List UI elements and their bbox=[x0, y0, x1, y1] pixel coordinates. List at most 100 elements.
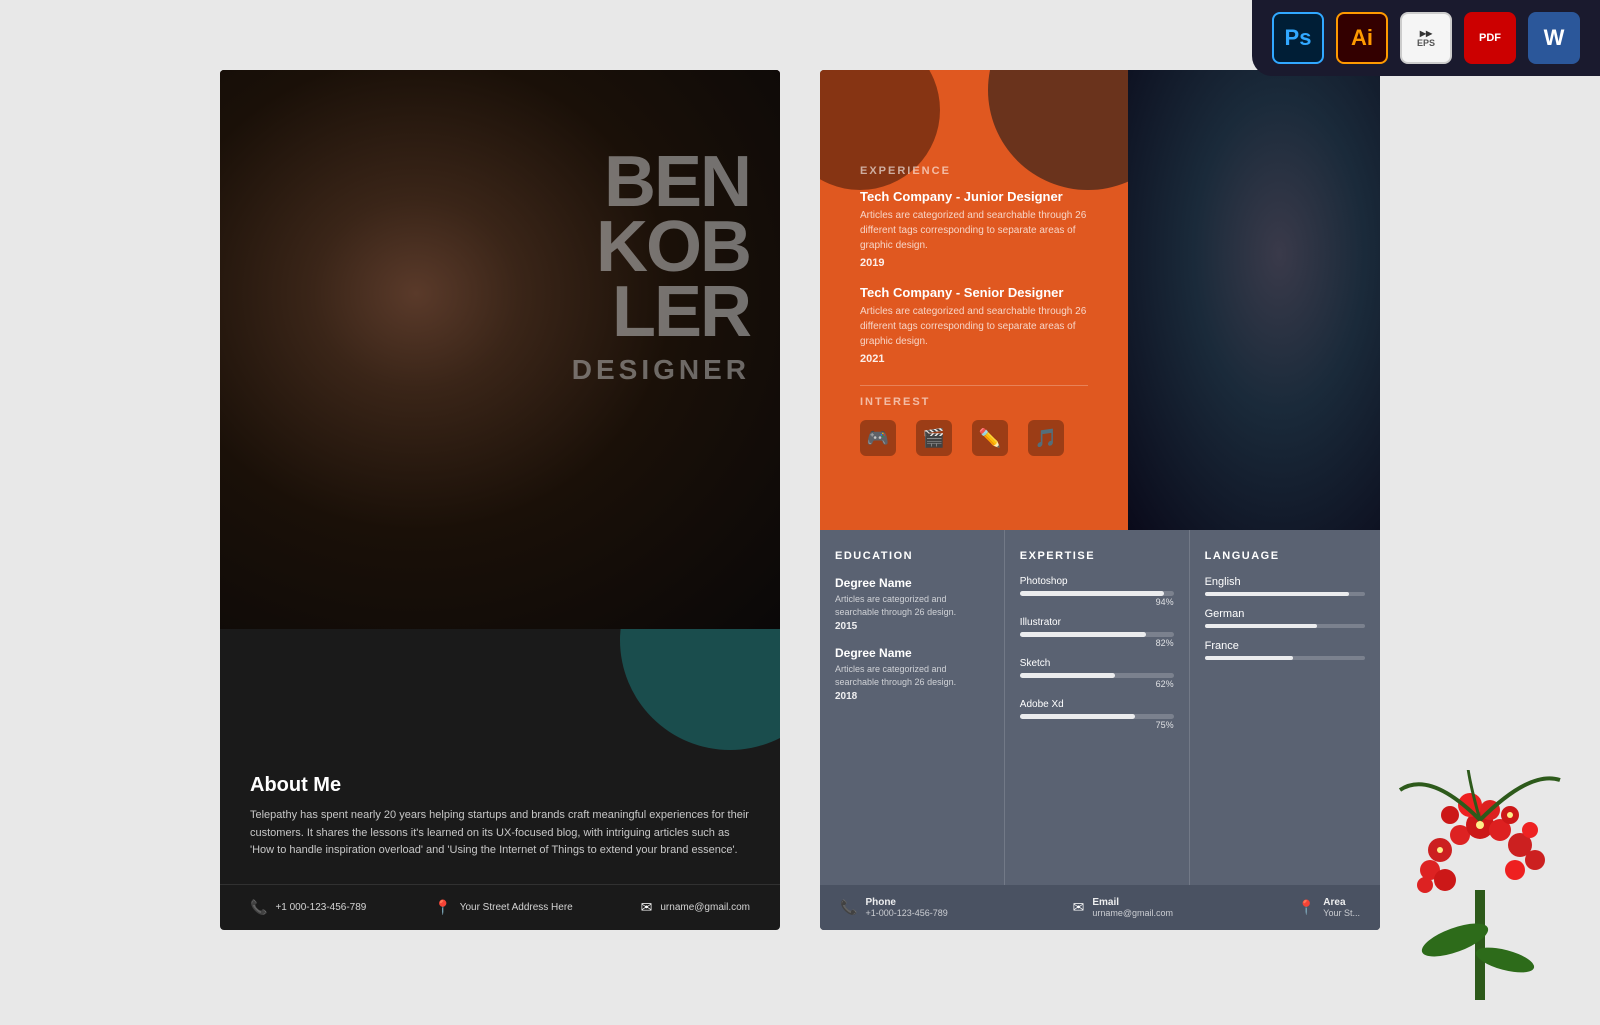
word-button[interactable]: W bbox=[1528, 12, 1580, 64]
right-email-label: Email bbox=[1092, 897, 1173, 908]
interest-section: INTEREST 🎮 🎬 ✏️ 🎵 bbox=[860, 385, 1088, 466]
right-email-contact: ✉ Email urname@gmail.com bbox=[1073, 897, 1173, 918]
right-email-icon: ✉ bbox=[1073, 899, 1085, 916]
phone-number: +1 000-123-456-789 bbox=[275, 902, 366, 913]
person-face-inner bbox=[1128, 70, 1380, 530]
pdf-label: PDF bbox=[1479, 32, 1501, 44]
language-section: LANGUAGE English German France bbox=[1190, 530, 1380, 930]
name-overlay: BEN KOB LER DESIGNER bbox=[572, 150, 750, 386]
skill-adobexd-name: Adobe Xd bbox=[1020, 699, 1174, 710]
contact-bar-right: 📞 Phone +1-000-123-456-789 ✉ Email urnam… bbox=[820, 885, 1380, 930]
lang-france: France bbox=[1205, 640, 1365, 660]
email-contact: ✉ urname@gmail.com bbox=[641, 899, 750, 916]
skill-illustrator: Illustrator 82% bbox=[1020, 617, 1174, 648]
lang-german-fill bbox=[1205, 624, 1317, 628]
right-email-address: urname@gmail.com bbox=[1092, 908, 1173, 918]
skill-adobexd-bar-bg bbox=[1020, 714, 1174, 719]
experience-section: EXPERIENCE Tech Company - Junior Designe… bbox=[840, 150, 1108, 481]
exp-year-2: 2021 bbox=[860, 353, 1088, 365]
dark-column bbox=[1128, 70, 1380, 530]
name-line-1: BEN bbox=[572, 150, 750, 215]
skill-sketch-pct: 62% bbox=[1020, 679, 1174, 689]
edu-desc-1: Articles are categorized and searchable … bbox=[835, 593, 989, 618]
right-phone-number: +1-000-123-456-789 bbox=[865, 908, 947, 918]
skill-illustrator-fill bbox=[1020, 632, 1146, 637]
lang-german-bar-bg bbox=[1205, 624, 1365, 628]
edu-degree-2: Degree Name bbox=[835, 646, 989, 660]
edu-item-2: Degree Name Articles are categorized and… bbox=[835, 646, 989, 702]
language-title: LANGUAGE bbox=[1205, 550, 1365, 562]
right-top-section: EXPERIENCE Tech Company - Junior Designe… bbox=[820, 70, 1380, 530]
flower-decoration bbox=[1380, 770, 1580, 1020]
person-face-right bbox=[1128, 70, 1380, 530]
exp-year-1: 2019 bbox=[860, 257, 1088, 269]
address-contact: 📍 Your Street Address Here bbox=[434, 899, 572, 916]
pdf-button[interactable]: PDF bbox=[1464, 12, 1516, 64]
lang-german-name: German bbox=[1205, 608, 1365, 620]
lang-german: German bbox=[1205, 608, 1365, 628]
location-icon: 📍 bbox=[434, 899, 451, 916]
skill-photoshop: Photoshop 94% bbox=[1020, 576, 1174, 607]
interest-music: 🎵 bbox=[1028, 420, 1064, 456]
lang-france-fill bbox=[1205, 656, 1293, 660]
right-area-text: Your St... bbox=[1323, 908, 1360, 918]
skill-sketch-bar-bg bbox=[1020, 673, 1174, 678]
skill-photoshop-bar-bg bbox=[1020, 591, 1174, 596]
eps-label: ▶▶ EPS bbox=[1417, 29, 1435, 48]
interest-gaming: 🎮 bbox=[860, 420, 896, 456]
education-section: EDUCATION Degree Name Articles are categ… bbox=[820, 530, 1005, 930]
toolbar: Ps Ai ▶▶ EPS PDF W bbox=[1252, 0, 1600, 76]
edu-year-1: 2015 bbox=[835, 621, 989, 632]
phone-icon: 📞 bbox=[250, 899, 267, 916]
phone-contact: 📞 +1 000-123-456-789 bbox=[250, 899, 366, 916]
skill-illustrator-bar-bg bbox=[1020, 632, 1174, 637]
ps-label: Ps bbox=[1285, 25, 1312, 51]
skill-adobexd: Adobe Xd 75% bbox=[1020, 699, 1174, 730]
lang-france-name: France bbox=[1205, 640, 1365, 652]
about-title: About Me bbox=[250, 774, 750, 797]
content-area: BEN KOB LER DESIGNER About Me Telepathy … bbox=[0, 0, 1600, 1000]
skill-illustrator-pct: 82% bbox=[1020, 638, 1174, 648]
eps-button[interactable]: ▶▶ EPS bbox=[1400, 12, 1452, 64]
interest-video: 🎬 bbox=[916, 420, 952, 456]
skill-photoshop-pct: 94% bbox=[1020, 597, 1174, 607]
contact-bar-left: 📞 +1 000-123-456-789 📍 Your Street Addre… bbox=[220, 884, 780, 930]
skill-illustrator-name: Illustrator bbox=[1020, 617, 1174, 628]
about-text: Telepathy has spent nearly 20 years help… bbox=[250, 807, 750, 860]
right-phone-contact: 📞 Phone +1-000-123-456-789 bbox=[840, 897, 948, 918]
lang-english-name: English bbox=[1205, 576, 1365, 588]
expertise-section: EXPERTISE Photoshop 94% Illustrator 82% bbox=[1005, 530, 1190, 930]
education-title: EDUCATION bbox=[835, 550, 989, 562]
exp-company-2: Tech Company - Senior Designer bbox=[860, 285, 1088, 300]
exp-desc-2: Articles are categorized and searchable … bbox=[860, 304, 1088, 349]
experience-label: EXPERIENCE bbox=[860, 165, 1088, 177]
lang-english-bar-bg bbox=[1205, 592, 1365, 596]
exp-company-1: Tech Company - Junior Designer bbox=[860, 189, 1088, 204]
edu-degree-1: Degree Name bbox=[835, 576, 989, 590]
right-phone-icon: 📞 bbox=[840, 899, 857, 916]
right-area-label: Area bbox=[1323, 897, 1360, 908]
edu-year-2: 2018 bbox=[835, 691, 989, 702]
email-address: urname@gmail.com bbox=[660, 902, 750, 913]
skill-adobexd-fill bbox=[1020, 714, 1135, 719]
illustrator-button[interactable]: Ai bbox=[1336, 12, 1388, 64]
designer-title: DESIGNER bbox=[572, 354, 750, 386]
right-email-group: Email urname@gmail.com bbox=[1092, 897, 1173, 918]
exp-item-1: Tech Company - Junior Designer Articles … bbox=[860, 189, 1088, 269]
ai-label: Ai bbox=[1351, 25, 1373, 51]
cv-card-left: BEN KOB LER DESIGNER About Me Telepathy … bbox=[220, 70, 780, 930]
skill-photoshop-fill bbox=[1020, 591, 1165, 596]
lang-france-bar-bg bbox=[1205, 656, 1365, 660]
skill-photoshop-name: Photoshop bbox=[1020, 576, 1174, 587]
exp-desc-1: Articles are categorized and searchable … bbox=[860, 208, 1088, 253]
skill-sketch: Sketch 62% bbox=[1020, 658, 1174, 689]
photoshop-button[interactable]: Ps bbox=[1272, 12, 1324, 64]
lang-english: English bbox=[1205, 576, 1365, 596]
lang-english-fill bbox=[1205, 592, 1349, 596]
edu-desc-2: Articles are categorized and searchable … bbox=[835, 663, 989, 688]
right-location-icon: 📍 bbox=[1298, 899, 1315, 916]
right-bottom-section: EDUCATION Degree Name Articles are categ… bbox=[820, 530, 1380, 930]
skill-sketch-name: Sketch bbox=[1020, 658, 1174, 669]
skill-sketch-fill bbox=[1020, 673, 1115, 678]
name-line-3: LER bbox=[572, 280, 750, 345]
